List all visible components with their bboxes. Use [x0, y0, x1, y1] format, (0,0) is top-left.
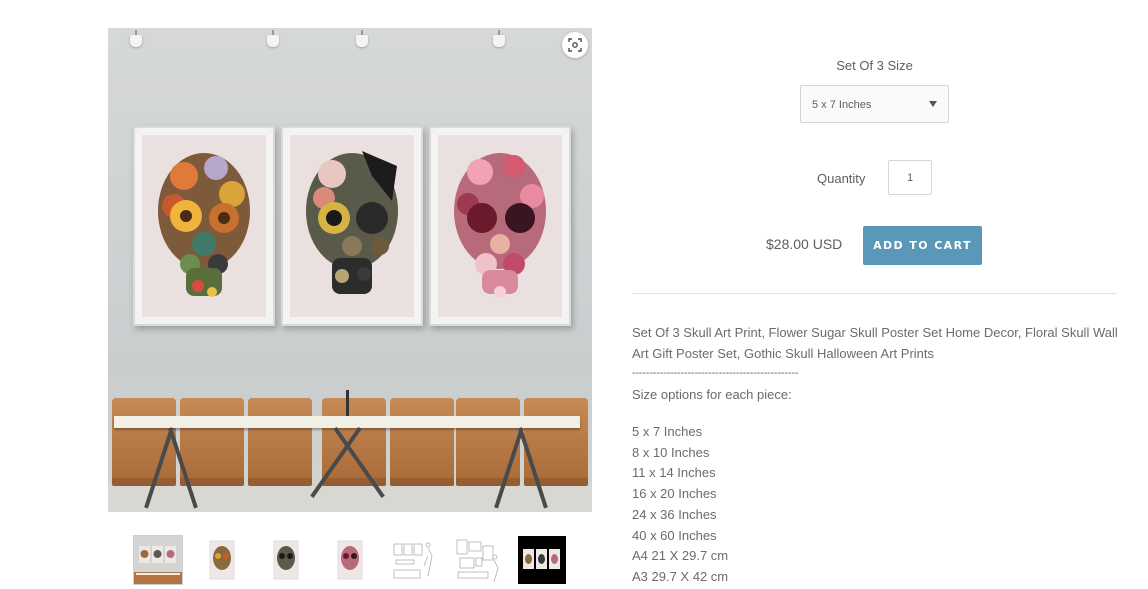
thumbnail-4[interactable] — [326, 536, 374, 584]
skull-print-frame — [429, 126, 571, 326]
description-title: Set Of 3 Skull Art Print, Flower Sugar S… — [632, 325, 1118, 361]
list-item: 40 x 60 Inches — [632, 527, 717, 543]
list-item: 16 x 20 Inches — [632, 486, 717, 502]
floor — [108, 486, 592, 512]
main-product-image[interactable] — [108, 28, 592, 512]
thumbnail-6[interactable] — [454, 536, 502, 584]
divider — [632, 293, 1117, 294]
skull-print-frame — [133, 126, 275, 326]
ceiling-light — [493, 30, 505, 48]
zoom-button[interactable] — [562, 32, 588, 58]
thumbnail-1[interactable] — [133, 535, 183, 585]
list-item: A3 29.7 X 42 cm — [632, 568, 729, 584]
list-item: 8 x 10 Inches — [632, 444, 710, 460]
quantity-input[interactable]: 1 — [888, 160, 932, 195]
product-description: Set Of 3 Skull Art Print, Flower Sugar S… — [632, 322, 1122, 588]
ceiling-light — [356, 30, 368, 48]
table — [114, 416, 580, 428]
ceiling-light — [267, 30, 279, 48]
thumbnail-2[interactable] — [198, 536, 246, 584]
size-options-list: 5 x 7 Inches 8 x 10 Inches 11 x 14 Inche… — [632, 422, 1122, 588]
zoom-icon — [568, 38, 582, 52]
description-separator: ----------------------------------------… — [632, 367, 799, 379]
list-item: 24 x 36 Inches — [632, 506, 717, 522]
list-item: 11 x 14 Inches — [632, 465, 716, 481]
list-item: 5 x 7 Inches — [632, 424, 703, 439]
floral-skull-image — [306, 151, 398, 294]
floral-skull-image — [454, 153, 546, 298]
list-item: A4 21 X 29.7 cm — [632, 548, 729, 564]
size-select[interactable]: 5 x 7 Inches — [800, 85, 949, 123]
quantity-label: Quantity — [817, 171, 866, 186]
thumbnail-5[interactable] — [390, 536, 438, 584]
add-to-cart-button[interactable]: ADD TO CART — [863, 226, 982, 265]
thumbnail-3[interactable] — [262, 536, 310, 584]
skull-print-frame — [281, 126, 423, 326]
ceiling-light — [130, 30, 142, 48]
thumbnail-7[interactable] — [518, 536, 566, 584]
thumbnail-strip — [133, 535, 566, 585]
price: $28.00 USD — [766, 236, 843, 252]
size-select-value: 5 x 7 Inches — [812, 99, 872, 111]
floral-skull-image — [158, 153, 250, 297]
size-label: Set Of 3 Size — [836, 58, 913, 73]
chevron-down-icon — [929, 101, 937, 107]
size-options-heading: Size options for each piece: — [632, 387, 792, 402]
